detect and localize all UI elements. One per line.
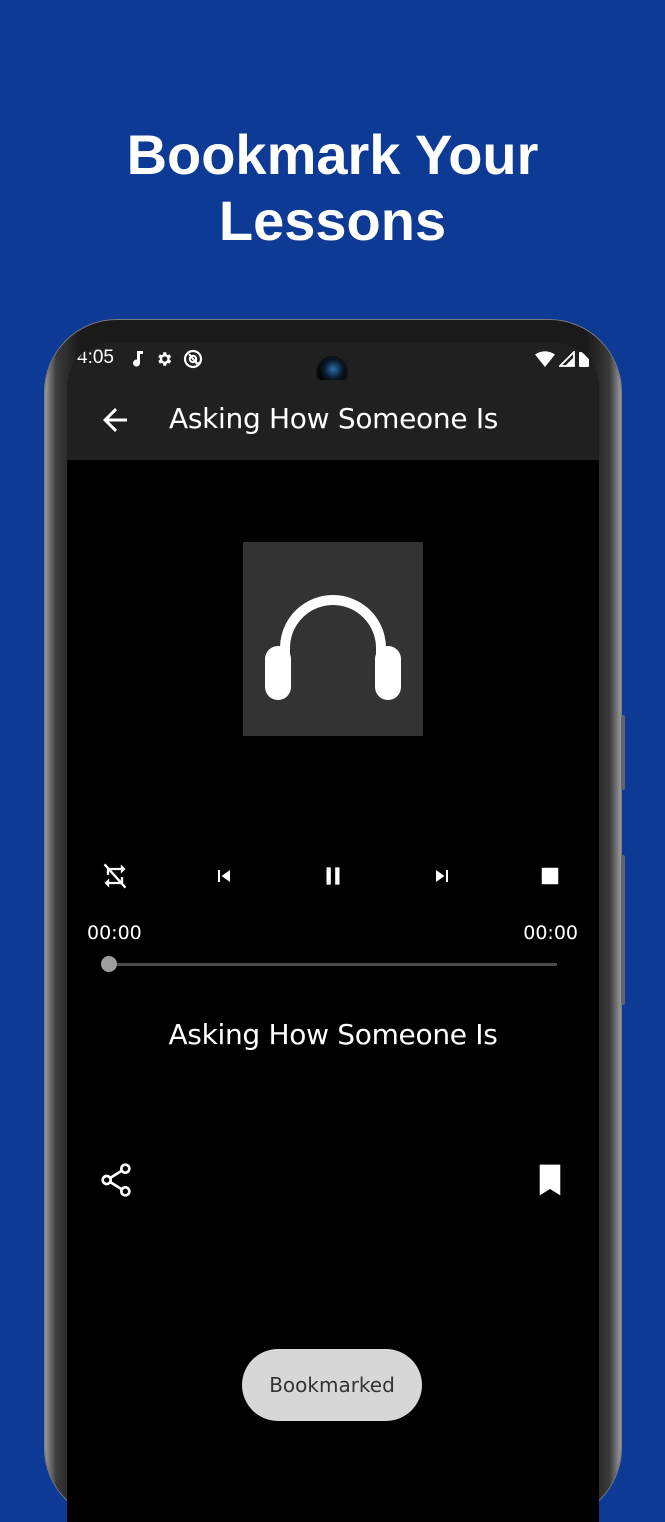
headphones-icon [265, 595, 401, 700]
gear-icon [155, 350, 173, 374]
skip-previous-icon [218, 870, 230, 882]
previous-button[interactable] [202, 854, 246, 898]
repeat-off-icon [103, 863, 127, 889]
next-button[interactable] [420, 854, 464, 898]
promo-headline-line-2: Lessons [218, 189, 447, 252]
track-artwork [243, 542, 423, 736]
seek-bar-track[interactable] [109, 963, 557, 966]
phone-side-button-lower [621, 855, 625, 1005]
pause-button[interactable] [311, 854, 355, 898]
track-title: Asking How Someone Is [168, 1018, 498, 1051]
music-note-icon [131, 350, 145, 374]
playback-controls [67, 854, 599, 898]
pause-icon [326, 867, 340, 885]
phone-frame: 4:05 Asking How Someone Is 00:00 00:00 A… [45, 320, 625, 1522]
cellular-signal-icon [557, 349, 575, 373]
promo-headline: Bookmark Your Lessons [0, 122, 665, 254]
bookmarked-toast: Bookmarked [242, 1349, 422, 1421]
arrow-left-icon [103, 408, 127, 432]
share-button[interactable] [100, 1162, 132, 1198]
status-time: 4:05 [77, 347, 114, 368]
wifi-icon [535, 350, 555, 373]
back-button[interactable] [97, 402, 133, 438]
at-sign-icon [183, 349, 203, 375]
repeat-off-button[interactable] [93, 854, 137, 898]
elapsed-time: 00:00 [87, 922, 142, 944]
stop-icon [541, 867, 559, 885]
app-bar: Asking How Someone Is [67, 380, 599, 460]
phone-side-button-upper [621, 715, 625, 790]
phone-screen: 4:05 Asking How Someone Is 00:00 00:00 A… [67, 342, 599, 1522]
toast-message: Bookmarked [269, 1373, 395, 1397]
seek-bar-thumb[interactable] [101, 956, 117, 972]
share-icon [101, 1163, 131, 1197]
stop-button[interactable] [528, 854, 572, 898]
total-duration: 00:00 [523, 922, 578, 944]
battery-icon [579, 350, 589, 373]
bookmark-filled-icon [539, 1164, 561, 1196]
promo-headline-line-1: Bookmark Your [126, 123, 539, 186]
bookmark-button[interactable] [537, 1162, 563, 1198]
app-bar-title: Asking How Someone Is [169, 402, 499, 435]
skip-next-icon [436, 870, 448, 882]
